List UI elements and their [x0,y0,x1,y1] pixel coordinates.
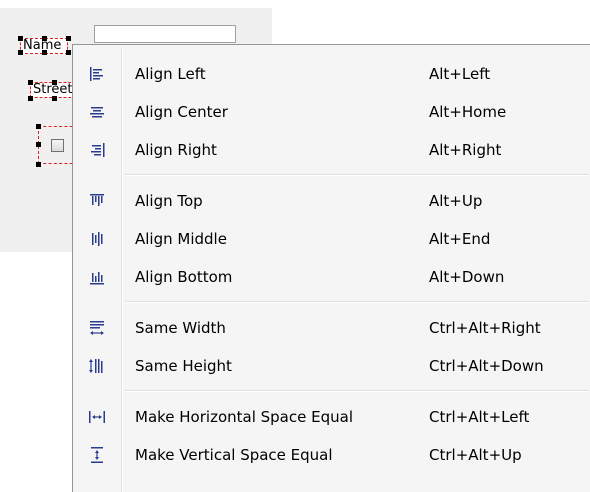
context-menu: Align Left Alt+Left Align Center Alt+Home Al… [72,44,590,492]
menu-item-label: Make Vertical Space Equal [135,446,333,464]
align-bottom-icon [87,267,107,287]
menu-item-shortcut: Ctrl+Alt+Right [429,319,541,337]
menu-item-label: Align Left [135,65,206,83]
menu-item-align-center[interactable]: Align Center Alt+Home [73,95,589,129]
same-width-icon [87,318,107,338]
menu-item-label: Align Bottom [135,268,233,286]
menu-item-label: Align Top [135,192,203,210]
menu-item-label: Align Middle [135,230,227,248]
horizontal-space-icon [87,407,107,427]
menu-item-shortcut: Alt+Down [429,268,505,286]
menu-item-shortcut: Alt+Home [429,103,507,121]
align-center-icon [87,102,107,122]
same-height-icon [87,356,107,376]
align-left-icon [87,64,107,84]
menu-item-make-vertical-space-equal[interactable]: Make Vertical Space Equal Ctrl+Alt+Up [73,438,589,472]
vertical-space-icon [87,445,107,465]
menu-item-shortcut: Ctrl+Alt+Up [429,446,522,464]
menu-item-label: Align Right [135,141,217,159]
checkbox-mini [51,139,64,152]
menu-item-label: Align Center [135,103,228,121]
menu-item-align-middle[interactable]: Align Middle Alt+End [73,222,589,256]
menu-item-align-top[interactable]: Align Top Alt+Up [73,184,589,218]
menu-item-label: Same Width [135,319,226,337]
menu-item-make-horizontal-space-equal[interactable]: Make Horizontal Space Equal Ctrl+Alt+Left [73,400,589,434]
menu-item-shortcut: Alt+Right [429,141,502,159]
menu-item-shortcut: Ctrl+Alt+Down [429,357,544,375]
menu-item-align-right[interactable]: Align Right Alt+Right [73,133,589,167]
align-right-icon [87,140,107,160]
menu-separator [125,390,589,392]
menu-item-label: Make Horizontal Space Equal [135,408,353,426]
design-textbox[interactable] [94,25,236,43]
menu-item-shortcut: Alt+Up [429,192,483,210]
menu-separator [125,301,589,303]
menu-item-shortcut: Ctrl+Alt+Left [429,408,530,426]
align-middle-icon [87,229,107,249]
align-top-icon [87,191,107,211]
menu-item-align-left[interactable]: Align Left Alt+Left [73,57,589,91]
menu-item-same-width[interactable]: Same Width Ctrl+Alt+Right [73,311,589,345]
menu-separator [125,174,589,176]
menu-item-shortcut: Alt+Left [429,65,491,83]
menu-item-shortcut: Alt+End [429,230,491,248]
menu-item-label: Same Height [135,357,232,375]
menu-item-same-height[interactable]: Same Height Ctrl+Alt+Down [73,349,589,383]
menu-item-align-bottom[interactable]: Align Bottom Alt+Down [73,260,589,294]
